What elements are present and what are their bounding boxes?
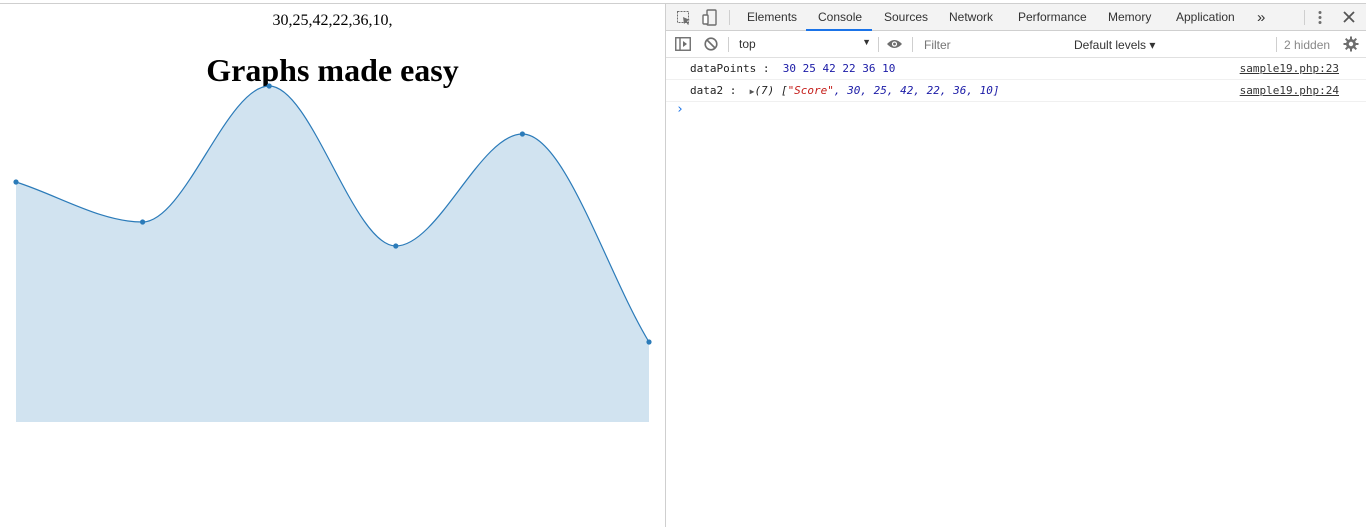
filter-input[interactable] bbox=[919, 35, 1065, 54]
log-label: dataPoints : bbox=[690, 62, 770, 75]
filter-divider bbox=[1276, 37, 1277, 52]
area-chart bbox=[13, 83, 652, 422]
context-value: top bbox=[739, 37, 756, 51]
devtools-panel: Elements Console Sources Network Perform… bbox=[665, 4, 1366, 527]
tab-sources[interactable]: Sources bbox=[884, 4, 928, 31]
more-tabs-icon[interactable]: » bbox=[1257, 4, 1265, 31]
data-point-6 bbox=[646, 339, 652, 345]
array-rest: , 30, 25, 42, 22, 36, 10] bbox=[833, 84, 1000, 97]
page-viewport: 30,25,42,22,36,10, Graphs made easy bbox=[0, 4, 665, 527]
kebab-menu-icon[interactable] bbox=[1317, 10, 1323, 27]
console-message-text: dataPoints : 30 25 42 22 36 10 bbox=[690, 58, 895, 80]
hidden-messages-count: 2 hidden bbox=[1284, 38, 1331, 52]
source-link[interactable]: sample19.php:23 bbox=[1240, 58, 1339, 80]
console-filter-bar: top ▼ Default levels ▾ 2 hidden bbox=[666, 31, 1366, 58]
array-open: [ bbox=[780, 84, 788, 97]
clear-console-icon[interactable] bbox=[704, 37, 718, 53]
tab-console[interactable]: Console bbox=[818, 4, 862, 31]
log-values: 30 25 42 22 36 10 bbox=[782, 62, 896, 75]
live-expression-eye-icon[interactable] bbox=[886, 38, 903, 52]
tab-application[interactable]: Application bbox=[1176, 4, 1235, 31]
console-sidebar-icon[interactable] bbox=[675, 37, 691, 53]
filter-divider bbox=[728, 37, 729, 52]
close-icon[interactable] bbox=[1343, 11, 1355, 25]
array-string-item: "Score" bbox=[787, 84, 834, 97]
console-output: dataPoints : 30 25 42 22 36 10 sample19.… bbox=[666, 58, 1366, 117]
data-point-4 bbox=[393, 243, 399, 249]
data-point-3 bbox=[266, 83, 272, 89]
area-fill bbox=[16, 86, 649, 422]
tab-elements[interactable]: Elements bbox=[747, 4, 797, 31]
device-toolbar-icon[interactable] bbox=[702, 9, 718, 28]
filter-divider bbox=[912, 37, 913, 52]
filter-divider bbox=[878, 37, 879, 52]
log-label: data2 : bbox=[690, 84, 737, 97]
toolbar-divider bbox=[1304, 10, 1305, 25]
console-prompt-icon[interactable]: › bbox=[676, 102, 684, 117]
inspect-element-icon[interactable] bbox=[676, 10, 692, 28]
array-count: (7) bbox=[754, 84, 775, 97]
console-settings-gear-icon[interactable] bbox=[1343, 36, 1359, 54]
log-levels-dropdown[interactable]: Default levels ▾ bbox=[1074, 38, 1155, 52]
tab-performance[interactable]: Performance bbox=[1018, 4, 1087, 31]
devtools-toolbar: Elements Console Sources Network Perform… bbox=[666, 4, 1366, 31]
data-point-2 bbox=[140, 219, 146, 225]
context-selector[interactable]: top ▼ bbox=[739, 37, 871, 53]
source-link[interactable]: sample19.php:24 bbox=[1240, 80, 1339, 102]
console-message: data2 : ▶(7) ["Score", 30, 25, 42, 22, 3… bbox=[666, 80, 1366, 102]
console-message: dataPoints : 30 25 42 22 36 10 sample19.… bbox=[666, 58, 1366, 80]
chevron-down-icon: ▼ bbox=[862, 37, 871, 47]
tab-memory[interactable]: Memory bbox=[1108, 4, 1151, 31]
console-message-text: data2 : ▶(7) ["Score", 30, 25, 42, 22, 3… bbox=[690, 80, 1000, 103]
tab-network[interactable]: Network bbox=[949, 4, 993, 31]
toolbar-divider bbox=[729, 10, 730, 25]
data-point-5 bbox=[519, 131, 526, 137]
data-point-1 bbox=[13, 179, 19, 185]
